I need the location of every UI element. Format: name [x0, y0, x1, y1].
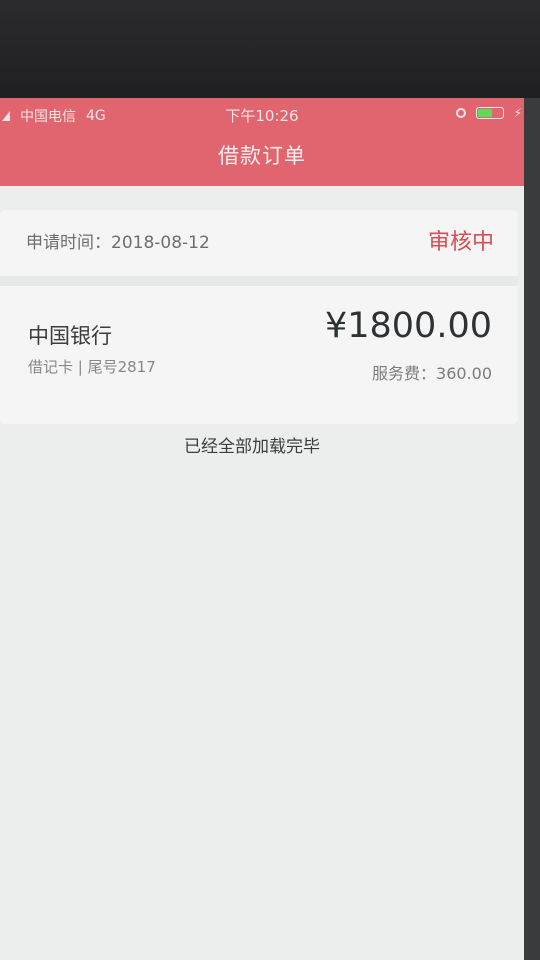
card-info: 借记卡 | 尾号2817: [28, 358, 156, 376]
battery-icon: [475, 107, 504, 119]
app-header: 中国电信 4G 下午10:26 ⚡ 借款订单: [0, 98, 524, 186]
app-screen: 中国电信 4G 下午10:26 ⚡ 借款订单 申请时间：2018-08-12 审…: [0, 98, 524, 960]
apply-time-value: 2018-08-12: [111, 233, 210, 253]
service-fee-value: 360.00: [436, 364, 492, 383]
order-header-row: 申请时间：2018-08-12 审核中: [0, 210, 518, 274]
all-loaded-text: 已经全部加载完毕: [184, 437, 320, 457]
service-fee: 服务费：360.00: [372, 360, 492, 384]
status-bar: 中国电信 4G 下午10:26 ⚡: [0, 98, 524, 128]
battery-level: [477, 109, 492, 117]
rotation-lock-icon: [455, 108, 466, 118]
status-badge: 审核中: [427, 230, 494, 255]
page-title: 借款订单: [218, 144, 306, 168]
device-right-bezel: [524, 98, 540, 960]
service-fee-label: 服务费：: [372, 364, 437, 383]
loan-order-card[interactable]: 申请时间：2018-08-12 审核中 中国银行 借记卡 | 尾号2817 ¥1…: [0, 210, 518, 424]
status-time: 下午10:26: [225, 107, 299, 125]
apply-time-label: 申请时间：: [26, 233, 111, 253]
loan-amount: ¥1800.00: [324, 306, 492, 346]
status-right: ⚡: [455, 106, 522, 120]
card-divider: [0, 276, 518, 286]
device-top-bezel: [0, 0, 540, 98]
apply-time: 申请时间：2018-08-12: [26, 228, 210, 253]
bank-name: 中国银行: [28, 324, 112, 348]
charging-icon: ⚡: [513, 106, 522, 120]
